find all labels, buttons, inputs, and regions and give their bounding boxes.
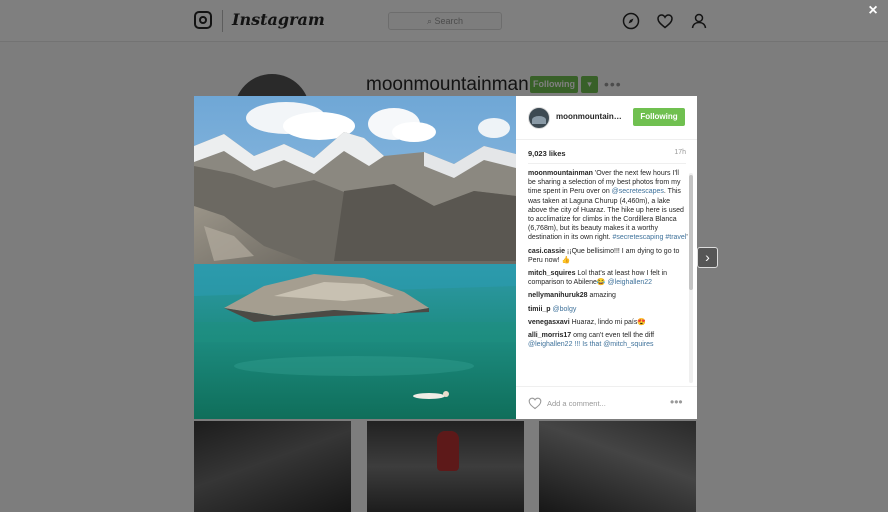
post-sidebar: moonmountainman Following 9,023 likes 17… (516, 96, 697, 419)
comment: venegasxavi Huaraz, lindo mi país😍 (528, 318, 688, 327)
divider (528, 163, 686, 164)
caption: moonmountainman 'Over the next few hours… (528, 169, 688, 243)
close-icon[interactable]: × (864, 2, 882, 20)
post-modal: moonmountainman Following 9,023 likes 17… (194, 96, 697, 419)
comment: casi.cassie ¡¡Que bellisimo!!! I am dyin… (528, 247, 688, 265)
caption-mention-link[interactable]: @secretescapes (612, 188, 664, 195)
comment-username[interactable]: nellymanihuruk28 (528, 292, 588, 299)
comment-mention-link[interactable]: @leighallen22 (608, 279, 652, 286)
comment: alli_morris17 omg can't even tell the di… (528, 331, 688, 349)
comment-text: Huaraz, lindo mi país😍 (569, 318, 647, 326)
caption-hashtag-link[interactable]: #secretescaping #travel (612, 234, 686, 241)
post-avatar[interactable] (528, 107, 550, 129)
comments-scrollbar[interactable] (689, 173, 693, 383)
comment: nellymanihuruk28 amazing (528, 291, 688, 300)
post-footer: ••• (516, 386, 697, 419)
comment-text: omg can't even tell the diff (571, 332, 655, 340)
post-time: 17h (674, 149, 686, 156)
comment-mention-link[interactable]: @bolgy (553, 306, 577, 313)
comment-username[interactable]: casi.cassie (528, 248, 565, 255)
comment-username[interactable]: venegasxavi (528, 319, 570, 326)
comments-list[interactable]: moonmountainman 'Over the next few hours… (528, 169, 688, 382)
post-header: moonmountainman Following (516, 96, 697, 140)
more-options-icon[interactable]: ••• (670, 395, 683, 409)
like-heart-icon[interactable] (528, 396, 542, 410)
caption-username[interactable]: moonmountainman (528, 170, 593, 177)
next-post-arrow-icon[interactable]: › (697, 247, 718, 268)
post-username[interactable]: moonmountainman (556, 112, 628, 121)
comment-username[interactable]: timii_p (528, 306, 551, 313)
likes-row: 9,023 likes 17h (528, 149, 686, 161)
comment-username[interactable]: mitch_squires (528, 270, 575, 277)
comment: mitch_squires Lol that's at least how I … (528, 269, 688, 287)
following-button[interactable]: Following (633, 108, 685, 126)
lake-mountain-photo (194, 96, 516, 419)
comment: timii_p @bolgy (528, 305, 688, 314)
scrollbar-thumb[interactable] (689, 175, 693, 290)
likes-count[interactable]: 9,023 likes (528, 149, 566, 158)
comment-text: amazing (587, 292, 616, 300)
comment-username[interactable]: alli_morris17 (528, 332, 571, 339)
comment-mention-link[interactable]: @leighallen22 !!! Is that @mitch_squires (528, 341, 654, 348)
caption-text: ' (686, 234, 688, 242)
add-comment-input[interactable] (547, 397, 657, 409)
post-photo[interactable] (194, 96, 516, 419)
